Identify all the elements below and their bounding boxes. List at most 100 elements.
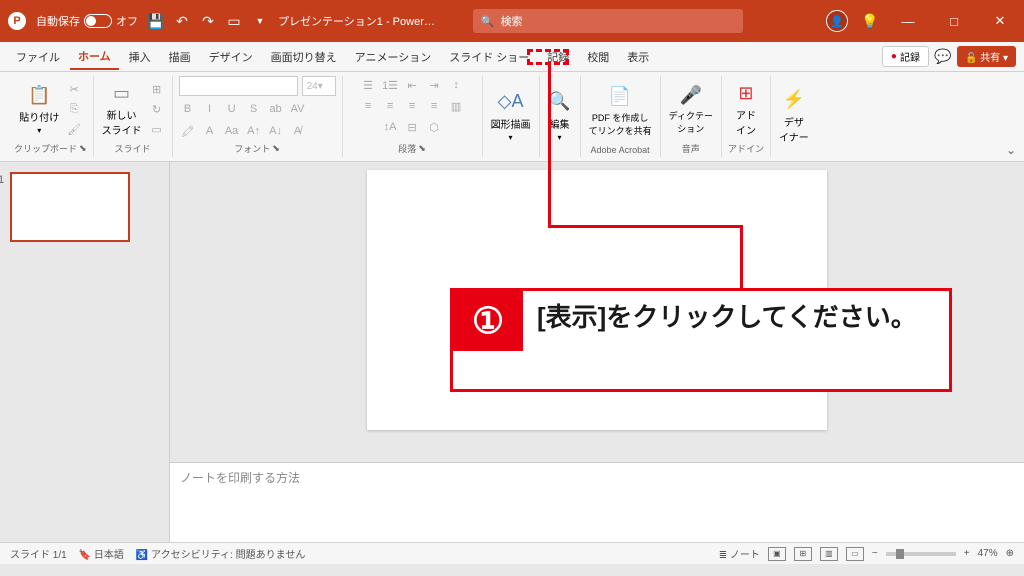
cut-icon[interactable]: ✂ xyxy=(65,80,83,98)
designer-button[interactable]: ⚡デザ イナー xyxy=(777,86,811,146)
thumbnail-number: 1 xyxy=(0,174,4,186)
slideshow-view-icon[interactable]: ▭ xyxy=(846,547,864,561)
bullets-icon[interactable]: ☰ xyxy=(359,76,377,94)
font-size-combo[interactable]: 24 ▾ xyxy=(302,76,336,96)
format-painter-icon[interactable]: 🖌 xyxy=(65,120,83,138)
minimize-button[interactable]: — xyxy=(892,9,924,33)
autosave-toggle[interactable]: 自動保存 オフ xyxy=(36,13,138,29)
copy-icon[interactable]: ⎘ xyxy=(65,100,83,118)
tab-file[interactable]: ファイル xyxy=(8,45,68,69)
search-input[interactable]: 🔍 検索 xyxy=(473,9,743,33)
zoom-slider[interactable] xyxy=(886,552,956,556)
slide-thumbnails: 1 xyxy=(0,162,170,542)
language-indicator[interactable]: 🔖 日本語 xyxy=(79,546,124,561)
layout-icon[interactable]: ⊞ xyxy=(148,80,166,98)
paragraph-group-label: 段落 ⬊ xyxy=(398,142,426,157)
zoom-out-icon[interactable]: − xyxy=(872,548,878,559)
numbering-icon[interactable]: 1☰ xyxy=(381,76,399,94)
dropdown-icon[interactable]: ▼ xyxy=(252,13,268,29)
font-name-combo[interactable] xyxy=(179,76,298,96)
tab-slideshow[interactable]: スライド ショー xyxy=(441,45,537,69)
tutorial-line xyxy=(548,225,740,228)
italic-icon[interactable]: I xyxy=(201,100,219,118)
align-right-icon[interactable]: ≡ xyxy=(403,97,421,115)
callout-text: [表示]をクリックしてください。 xyxy=(523,291,931,345)
statusbar: スライド 1/1 🔖 日本語 ♿ アクセシビリティ: 問題ありません ≣ ノート… xyxy=(0,542,1024,564)
addins-button[interactable]: ⊞アド イン xyxy=(732,79,760,139)
lightbulb-icon[interactable]: 💡 xyxy=(862,13,878,29)
zoom-level[interactable]: 47% xyxy=(978,548,998,559)
line-spacing-icon[interactable]: ↕ xyxy=(447,76,465,94)
accessibility-indicator[interactable]: ♿ アクセシビリティ: 問題ありません xyxy=(136,546,305,561)
shapes-button[interactable]: ◇A図形描画▾ xyxy=(489,88,533,144)
comments-icon[interactable]: 💬 xyxy=(935,49,951,65)
addins-group-label: アドイン xyxy=(728,142,764,157)
zoom-in-icon[interactable]: + xyxy=(964,548,970,559)
ribbon: 📋貼り付け▾ ✂ ⎘ 🖌 クリップボード ⬊ ▭新しい スライド ⊞ ↻ ▭ ス… xyxy=(0,72,1024,162)
sorter-view-icon[interactable]: ⊞ xyxy=(794,547,812,561)
search-icon: 🔍 xyxy=(481,15,495,28)
fit-window-icon[interactable]: ⊕ xyxy=(1006,548,1014,559)
slides-group-label: スライド xyxy=(115,142,151,157)
align-left-icon[interactable]: ≡ xyxy=(359,97,377,115)
notes-button[interactable]: ≣ ノート xyxy=(719,546,760,561)
align-center-icon[interactable]: ≡ xyxy=(381,97,399,115)
powerpoint-logo: P xyxy=(8,12,26,30)
collapse-ribbon-icon[interactable]: ⌄ xyxy=(1006,143,1016,157)
redo-icon[interactable]: ↷ xyxy=(200,13,216,29)
tutorial-highlight xyxy=(527,49,569,65)
ribbon-tabs: ファイル ホーム 挿入 描画 デザイン 画面切り替え アニメーション スライド … xyxy=(0,42,1024,72)
tab-home[interactable]: ホーム xyxy=(70,44,119,70)
shadow-icon[interactable]: ab xyxy=(267,100,285,118)
tab-insert[interactable]: 挿入 xyxy=(121,45,159,69)
tab-view[interactable]: 表示 xyxy=(619,45,657,69)
tab-review[interactable]: 校閲 xyxy=(579,45,617,69)
dictate-button[interactable]: 🎤ディクテー ション xyxy=(667,81,715,137)
create-pdf-button[interactable]: 📄PDF を作成し てリンクを共有 xyxy=(587,83,654,139)
start-icon[interactable]: ▭ xyxy=(226,13,242,29)
thumbnail-1[interactable]: 1 xyxy=(10,172,130,242)
grow-font-icon[interactable]: A↑ xyxy=(245,122,263,140)
clipboard-group-label: クリップボード ⬊ xyxy=(14,142,87,157)
columns-icon[interactable]: ▥ xyxy=(447,97,465,115)
tutorial-line xyxy=(740,225,743,291)
smartart-icon[interactable]: ⬡ xyxy=(425,118,443,136)
indent-dec-icon[interactable]: ⇤ xyxy=(403,76,421,94)
paste-button[interactable]: 📋貼り付け▾ xyxy=(17,81,61,137)
clear-format-icon[interactable]: A̸ xyxy=(289,122,307,140)
shrink-font-icon[interactable]: A↓ xyxy=(267,122,285,140)
tab-animations[interactable]: アニメーション xyxy=(347,45,440,69)
section-icon[interactable]: ▭ xyxy=(148,120,166,138)
acrobat-group-label: Adobe Acrobat xyxy=(591,145,650,157)
record-button[interactable]: ●記録 xyxy=(882,46,929,67)
tab-transitions[interactable]: 画面切り替え xyxy=(263,45,345,69)
titlebar: P 自動保存 オフ 💾 ↶ ↷ ▭ ▼ プレゼンテーション1 - Power… … xyxy=(0,0,1024,42)
maximize-button[interactable]: □ xyxy=(938,9,970,33)
spacing-icon[interactable]: AV xyxy=(289,100,307,118)
reset-icon[interactable]: ↻ xyxy=(148,100,166,118)
strikethrough-icon[interactable]: S xyxy=(245,100,263,118)
highlight-icon[interactable]: 🖍 xyxy=(179,122,197,140)
voice-group-label: 音声 xyxy=(682,142,700,157)
close-button[interactable]: ✕ xyxy=(984,9,1016,33)
tab-design[interactable]: デザイン xyxy=(201,45,261,69)
new-slide-button[interactable]: ▭新しい スライド xyxy=(100,79,144,139)
justify-icon[interactable]: ≡ xyxy=(425,97,443,115)
bold-icon[interactable]: B xyxy=(179,100,197,118)
underline-icon[interactable]: U xyxy=(223,100,241,118)
text-direction-icon[interactable]: ↕A xyxy=(381,118,399,136)
user-avatar[interactable]: 👤 xyxy=(826,10,848,32)
align-text-icon[interactable]: ⊟ xyxy=(403,118,421,136)
callout-number: ① xyxy=(453,291,523,351)
undo-icon[interactable]: ↶ xyxy=(174,13,190,29)
notes-pane[interactable]: ノートを印刷する方法 xyxy=(170,462,1024,542)
font-color-icon[interactable]: A xyxy=(201,122,219,140)
tab-draw[interactable]: 描画 xyxy=(161,45,199,69)
indent-inc-icon[interactable]: ⇥ xyxy=(425,76,443,94)
save-icon[interactable]: 💾 xyxy=(148,13,164,29)
slide-count: スライド 1/1 xyxy=(10,546,67,561)
share-button[interactable]: 🔓 共有 ▾ xyxy=(957,46,1016,67)
reading-view-icon[interactable]: ▥ xyxy=(820,547,838,561)
change-case-icon[interactable]: Aa xyxy=(223,122,241,140)
normal-view-icon[interactable]: ▣ xyxy=(768,547,786,561)
